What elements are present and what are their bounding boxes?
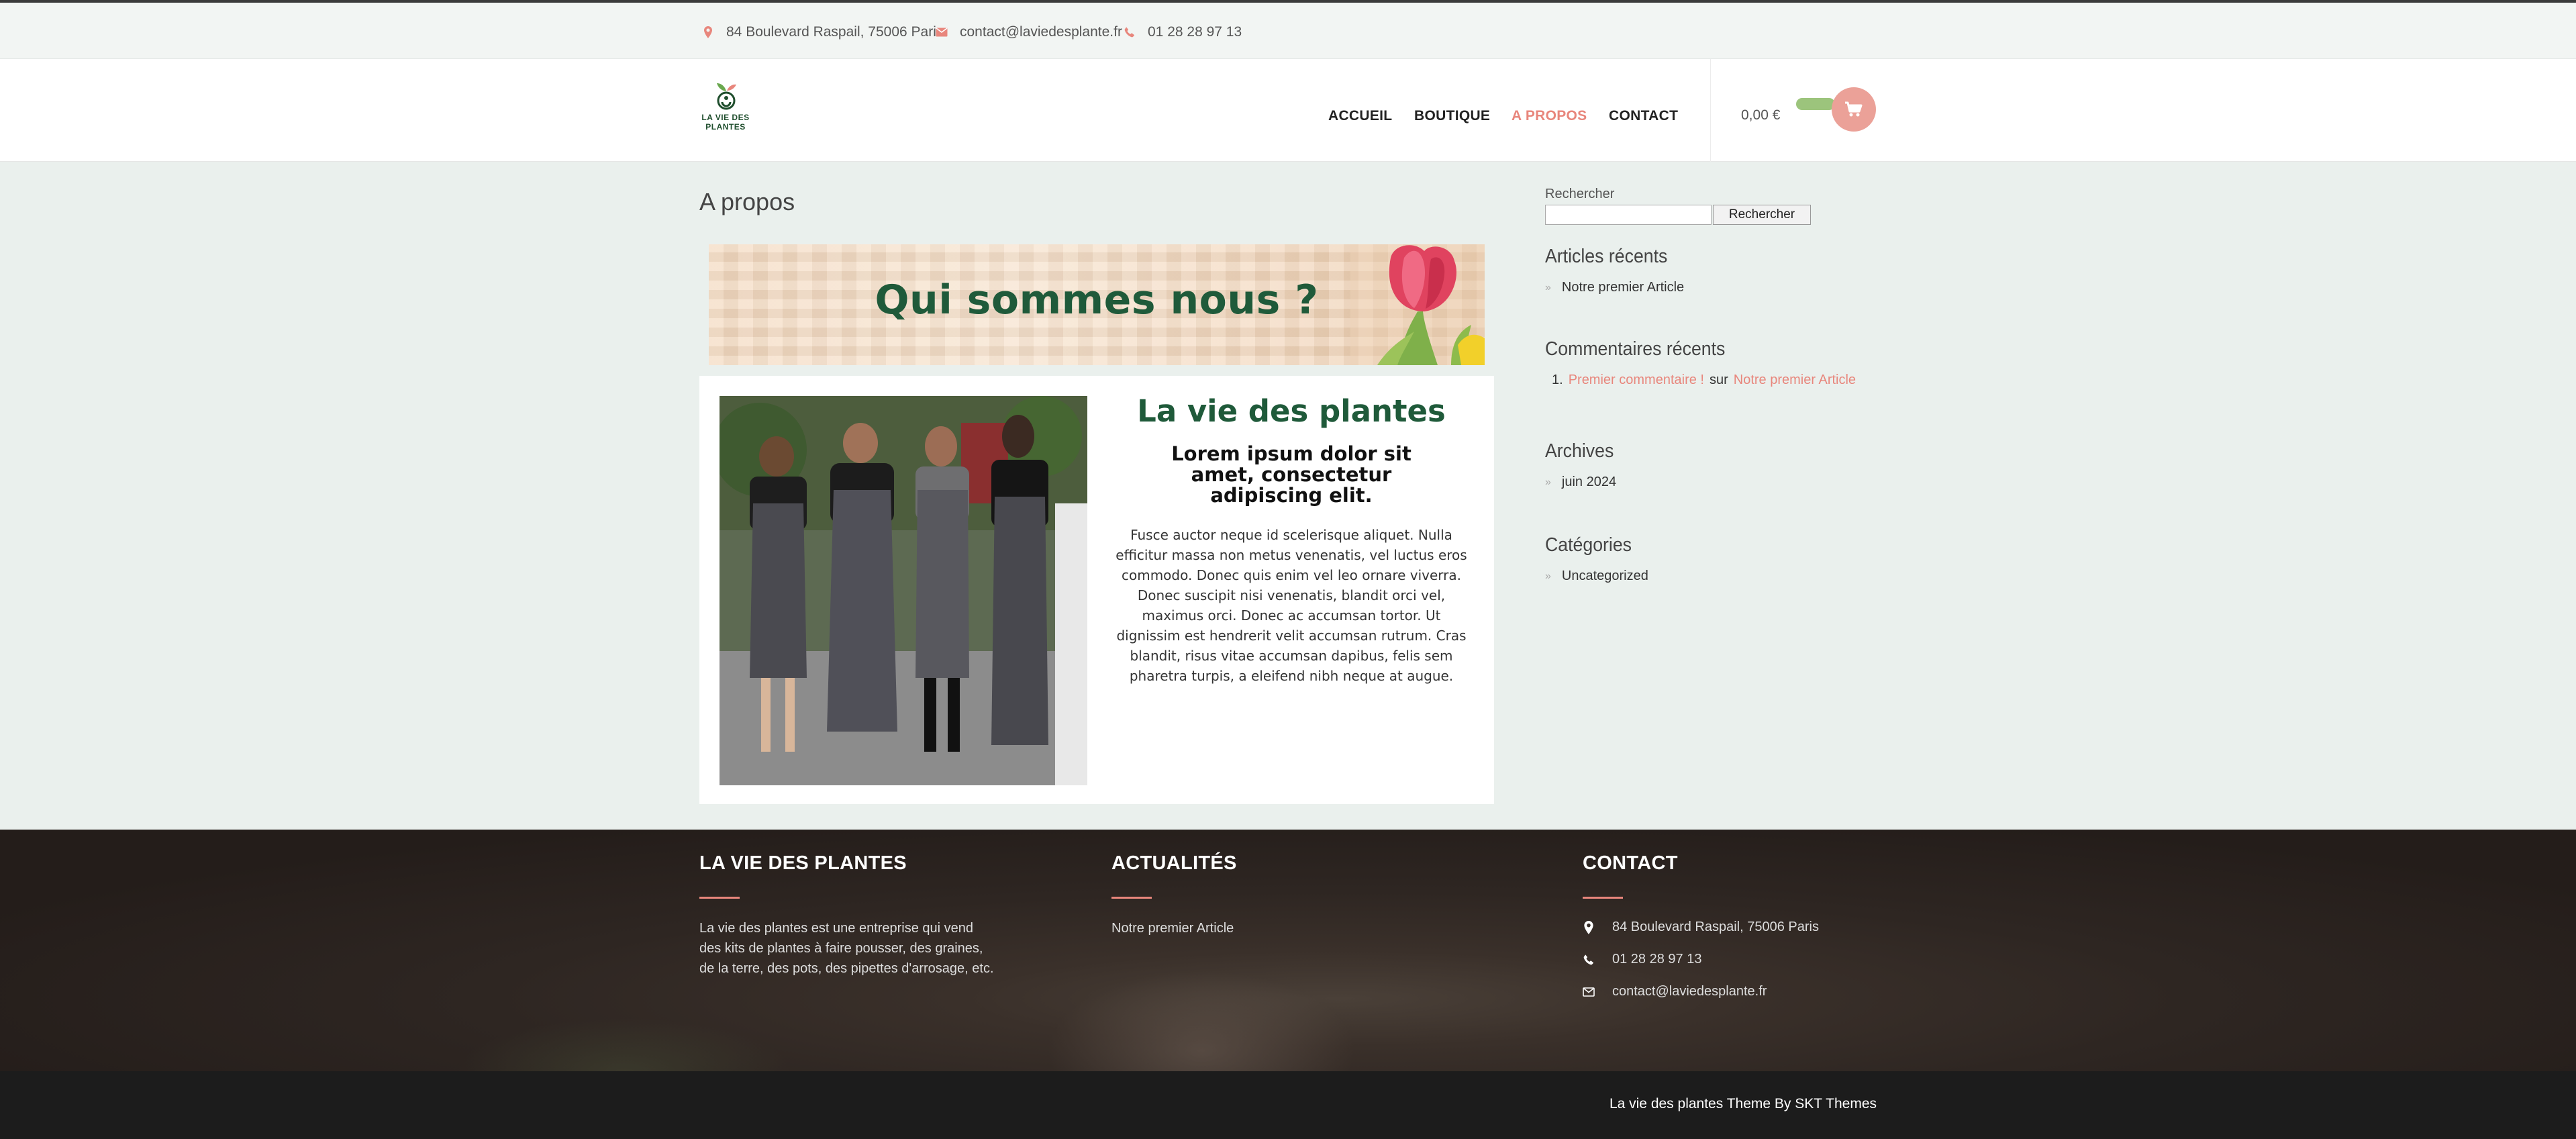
search-label: Rechercher	[1545, 187, 1615, 201]
categories-title: Catégories	[1545, 534, 1632, 556]
about-paragraph: Fusce auctor neque id scelerisque alique…	[1116, 527, 1467, 684]
page-title: A propos	[699, 188, 795, 215]
footer-contact-title: CONTACT	[1583, 852, 1678, 874]
archive-link[interactable]: juin 2024	[1562, 475, 1616, 490]
search-button[interactable]: Rechercher	[1713, 205, 1811, 225]
site-logo[interactable]: LA VIE DES PLANTES	[699, 81, 752, 141]
search-input[interactable]	[1545, 205, 1712, 225]
chevron-right-icon: »	[1545, 570, 1551, 582]
shopping-cart-icon	[1845, 101, 1863, 117]
footer-divider	[699, 897, 740, 899]
recent-comments-title: Commentaires récents	[1545, 338, 1726, 360]
footer-bg-decoration	[1047, 971, 1356, 1071]
chevron-right-icon: »	[1545, 476, 1551, 488]
comment-number: 1.	[1552, 373, 1563, 387]
list-item[interactable]: » juin 2024	[1545, 475, 1620, 490]
footer-divider	[1111, 897, 1152, 899]
footer-email-text[interactable]: contact@laviedesplante.fr	[1612, 984, 1767, 999]
cart-total[interactable]: 0,00 €	[1741, 107, 1780, 123]
cart-indicator	[1796, 98, 1835, 110]
recent-comments-widget: Commentaires récents 1. Premier commenta…	[1545, 338, 1856, 388]
phone-icon	[1581, 954, 1596, 965]
nav-contact[interactable]: CONTACT	[1609, 106, 1678, 126]
comment-post-link[interactable]: Notre premier Article	[1734, 373, 1856, 388]
top-info-bar: 84 Boulevard Raspail, 75006 Paris contac…	[0, 0, 2576, 59]
comment-author-link[interactable]: Premier commentaire !	[1569, 373, 1704, 388]
phone-icon	[1124, 27, 1136, 38]
nav-accueil[interactable]: ACCUEIL	[1328, 106, 1392, 126]
footer-bottom-bar: La vie des plantes Theme By SKT Themes	[0, 1071, 2576, 1139]
sidebar: Rechercher Rechercher Articles récents »…	[1545, 187, 1881, 583]
footer-divider	[1583, 897, 1623, 899]
footer-phone-text[interactable]: 01 28 28 97 13	[1612, 952, 1701, 967]
topbar-address: 84 Boulevard Raspail, 75006 Paris	[702, 23, 943, 42]
footer-credit[interactable]: La vie des plantes Theme By SKT Themes	[1609, 1096, 1877, 1112]
recent-posts-title: Articles récents	[1545, 246, 1668, 267]
footer-address-text: 84 Boulevard Raspail, 75006 Paris	[1612, 920, 1819, 934]
logo-text: LA VIE DES PLANTES	[699, 113, 752, 132]
category-link[interactable]: Uncategorized	[1562, 568, 1648, 584]
footer-about-text: La vie des plantes est une entreprise qu…	[699, 921, 994, 976]
footer-phone[interactable]: 01 28 28 97 13	[1581, 952, 1701, 967]
topbar-email[interactable]: contact@laviedesplante.fr	[936, 23, 1122, 42]
footer-news-link[interactable]: Notre premier Article	[1111, 918, 1234, 938]
site-footer: LA VIE DES PLANTES La vie des plantes es…	[0, 830, 2576, 1071]
team-photo	[720, 396, 1087, 785]
footer-news-title: ACTUALITÉS	[1111, 852, 1237, 874]
categories-widget: Catégories » Uncategorized	[1545, 534, 1648, 584]
footer-bg-decoration-2	[456, 1018, 792, 1071]
about-subheading: Lorem ipsum dolor sit amet, consectetur …	[1171, 442, 1411, 507]
map-pin-icon	[702, 26, 714, 38]
site-header: LA VIE DES PLANTES ACCUEIL BOUTIQUE A PR…	[0, 59, 2576, 162]
recent-comment-item: 1. Premier commentaire ! sur Notre premi…	[1552, 373, 1856, 388]
banner-image: Qui sommes nous ?	[709, 244, 1485, 365]
tulip-illustration	[1350, 244, 1485, 365]
list-item[interactable]: » Notre premier Article	[1545, 280, 1684, 295]
comment-on-text: sur	[1709, 373, 1728, 387]
chevron-right-icon: »	[1545, 281, 1551, 293]
about-content-card: La vie des plantes Lorem ipsum dolor sit…	[699, 376, 1494, 804]
logo-text-line1: LA VIE DES	[701, 113, 750, 122]
recent-posts-widget: Articles récents » Notre premier Article	[1545, 246, 1684, 295]
header-divider	[1710, 59, 1711, 162]
nav-boutique[interactable]: BOUTIQUE	[1414, 106, 1490, 126]
archives-title: Archives	[1545, 440, 1614, 462]
about-text-column: La vie des plantes Lorem ipsum dolor sit…	[1107, 393, 1475, 686]
footer-address: 84 Boulevard Raspail, 75006 Paris	[1581, 920, 1819, 935]
recent-post-link[interactable]: Notre premier Article	[1562, 280, 1684, 295]
cart-button[interactable]	[1832, 87, 1876, 132]
plant-logo-icon	[717, 83, 736, 110]
logo-text-line2: PLANTES	[705, 122, 746, 132]
topbar-email-text[interactable]: contact@laviedesplante.fr	[960, 24, 1122, 40]
nav-a-propos[interactable]: A PROPOS	[1512, 106, 1587, 126]
topbar-phone[interactable]: 01 28 28 97 13	[1124, 23, 1242, 42]
topbar-phone-text[interactable]: 01 28 28 97 13	[1148, 24, 1242, 40]
envelope-icon	[936, 28, 948, 37]
map-pin-icon	[1581, 920, 1596, 934]
topbar-address-text: 84 Boulevard Raspail, 75006 Paris	[726, 24, 944, 40]
search-form: Rechercher	[1545, 205, 1881, 225]
about-heading: La vie des plantes	[1137, 393, 1446, 429]
list-item[interactable]: » Uncategorized	[1545, 568, 1648, 584]
archives-widget: Archives » juin 2024	[1545, 440, 1620, 490]
footer-email[interactable]: contact@laviedesplante.fr	[1581, 984, 1767, 999]
envelope-icon	[1581, 987, 1596, 997]
footer-about-title: LA VIE DES PLANTES	[699, 852, 907, 874]
